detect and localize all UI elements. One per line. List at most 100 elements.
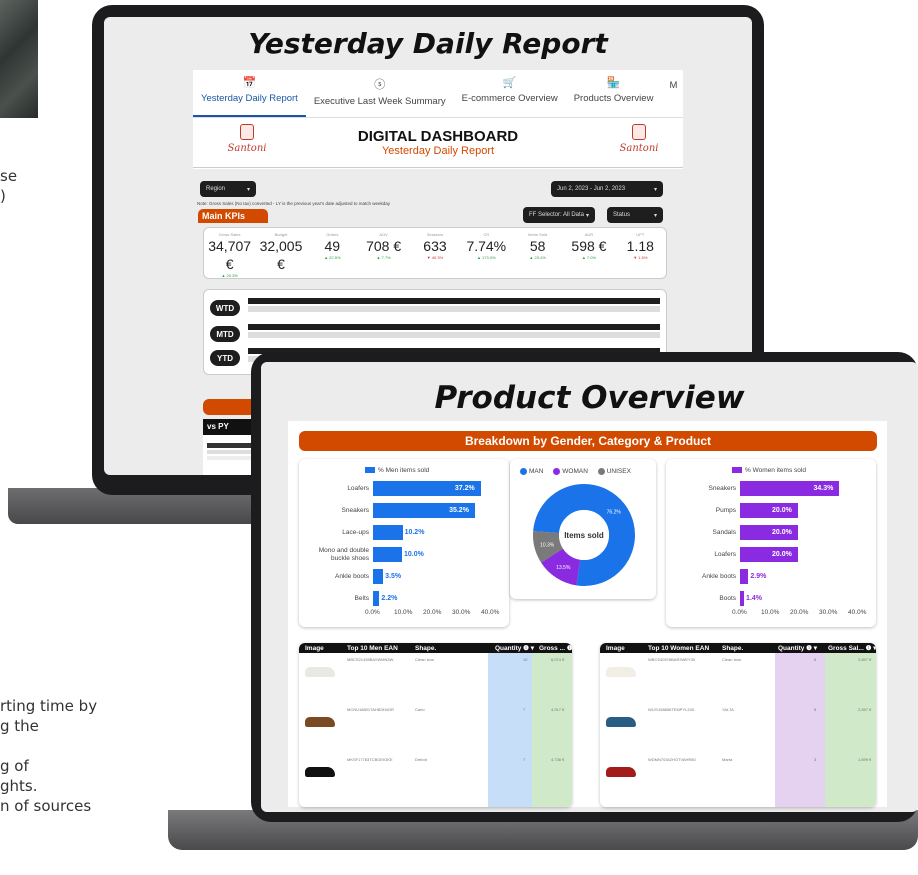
side-text-top: se )	[0, 167, 18, 205]
note-text: Note: Gross Sales (No tax) converted - L…	[197, 201, 391, 206]
dollar-icon: ⓢ	[374, 79, 386, 91]
tab-yesterday-daily-report[interactable]: 📅 Yesterday Daily Report	[193, 70, 306, 117]
quantity-cell: 7	[523, 757, 526, 762]
tab-products-overview[interactable]: 🏪 Products Overview	[566, 70, 662, 117]
ean-cell: WUYU58856TEMPYLZ40	[648, 707, 695, 712]
screen-heading: Product Overview	[434, 380, 745, 416]
donut-percent-label: 10.3%	[540, 542, 555, 548]
table-row[interactable]: WUYU58856TEMPYLZ40 YALTA 5 2,557 €	[600, 705, 876, 742]
ean-cell: MBCS21435BAYWMN3W	[347, 657, 394, 662]
category-label: Loafers	[347, 485, 369, 492]
status-filter[interactable]: Status ▾	[607, 207, 663, 223]
category-label: Sneakers	[341, 507, 369, 514]
category-label: Belts	[354, 595, 369, 602]
bar[interactable]	[740, 569, 749, 584]
table-row[interactable]: MKSF17783TCBGEIGKE Detroit 7 4,736 €	[299, 755, 572, 792]
breakdown-banner: Breakdown by Gender, Category & Product	[299, 431, 877, 451]
women-chart-legend: % Women items sold	[732, 467, 806, 474]
shape-cell: Carlo	[415, 707, 425, 712]
kpi-upt: UPT 1.18 ▼ 1.5%	[626, 232, 654, 260]
bar[interactable]	[373, 569, 384, 584]
kpi-aur: AUR 598 € ▲ 7.0%	[571, 232, 607, 260]
ff-selector-filter[interactable]: FF Selector: All Data ▾	[523, 207, 595, 223]
quantity-cell: 6	[814, 657, 817, 662]
axis-tick-label: 40.0%	[848, 609, 867, 616]
quantity-cell: 10	[523, 657, 528, 662]
table-row[interactable]: WDMN70342HOTVAHR80 Marta 3 1,699 €	[600, 755, 876, 792]
sort-gross-button[interactable]: Gross ... ❶ ▾	[533, 644, 572, 652]
screen-heading: Yesterday Daily Report	[248, 27, 608, 60]
cart-icon: 🛒	[502, 77, 517, 89]
sort-quantity-button[interactable]: Quantity ❶ ▾	[489, 644, 534, 652]
bar-value-label: 20.0%	[772, 529, 792, 536]
category-label: Pumps	[715, 507, 736, 514]
shape-cell: Clean Icon	[415, 657, 435, 662]
quantity-cell: 3	[814, 757, 817, 762]
bar[interactable]	[373, 547, 402, 562]
legend-dot	[520, 468, 527, 475]
ean-cell: WBCS40978BAR3WEY30	[648, 657, 696, 662]
dropdown-caret-icon: ▾	[653, 212, 657, 219]
axis-tick-label: 10.0%	[394, 609, 413, 616]
sort-quantity-button[interactable]: Quantity ❶ ▾	[772, 644, 822, 652]
kpi-gross-sales: Gross Sales 34,707 € ▲ 20.3%	[208, 232, 252, 278]
category-label: Lace-ups	[342, 529, 369, 536]
category-label: Boots	[719, 595, 736, 602]
gender-donut-chart: MAN WOMAN UNISEX 76.2% 13.5% 10.3% Items so…	[510, 459, 656, 599]
legend-swatch	[732, 467, 742, 474]
axis-tick-label: 30.0%	[452, 609, 471, 616]
brand-seal-icon	[632, 124, 646, 140]
product-image	[305, 717, 335, 727]
cropped-photo	[0, 0, 38, 118]
period-badge-ytd: YTD	[210, 350, 240, 366]
legend-swatch	[365, 467, 375, 474]
kpi-aov: AOV 708 € ▲ 7.7%	[366, 232, 402, 260]
gross-cell: 2,557 €	[858, 707, 872, 712]
wtd-table	[248, 298, 660, 312]
date-range-picker[interactable]: Jun 2, 2023 - Jun 2, 2023 ▾	[551, 181, 663, 197]
axis-tick-label: 20.0%	[423, 609, 442, 616]
ean-cell: MKSF17783TCBGEIGKE	[347, 757, 393, 762]
quantity-cell: 5	[814, 707, 817, 712]
shape-cell: Clean Icon	[722, 657, 742, 662]
brand-logo-left: Santoni	[217, 124, 277, 154]
table-row[interactable]: MCNU18801TAHB3H4OR Carlo 7 4,917 €	[299, 705, 572, 742]
tab-more[interactable]: M	[661, 70, 683, 117]
bar[interactable]	[373, 525, 403, 540]
kpi-cr: CR 7.74% ▲ 173.0%	[466, 232, 507, 260]
dropdown-caret-icon: ▾	[246, 186, 250, 193]
axis-tick-label: 0.0%	[732, 609, 747, 616]
table-row[interactable]: MBCS21435BAYWMN3W Clean Icon 10 6,074 €	[299, 655, 572, 692]
period-badge-wtd: WTD	[210, 300, 240, 316]
women-table-header: Image Top 10 Women EAN Shape. Quantity ❶…	[600, 643, 876, 653]
bar[interactable]	[740, 591, 745, 606]
donut-svg: 76.2% 13.5% 10.3% Items sold	[533, 484, 635, 586]
table-row[interactable]: WBCS40978BAR3WEY30 Clean Icon 6 2,897 €	[600, 655, 876, 692]
axis-tick-label: 30.0%	[819, 609, 838, 616]
donut-legend: MAN WOMAN UNISEX	[520, 468, 631, 475]
bar-value-label: 1.4%	[746, 595, 763, 602]
men-chart-legend: % Men items sold	[365, 467, 429, 474]
store-icon: 🏪	[606, 77, 621, 89]
brand-seal-icon	[240, 124, 254, 140]
dropdown-caret-icon: ▾	[585, 212, 589, 219]
gross-cell: 2,897 €	[858, 657, 872, 662]
dashboard-header: Santoni DIGITAL DASHBOARD Yesterday Dail…	[193, 118, 683, 168]
shape-cell: Detroit	[415, 757, 427, 762]
gross-cell: 4,736 €	[551, 757, 565, 762]
kpi-scorecards: Gross Sales 34,707 € ▲ 20.3% Budget 32,005 …	[203, 227, 667, 279]
sort-gross-button[interactable]: Gross Sal... ❶ ▾	[822, 644, 876, 652]
axis-tick-label: 20.0%	[790, 609, 809, 616]
bar-value-label: 3.5%	[385, 573, 402, 580]
tab-ecommerce-overview[interactable]: 🛒 E-commerce Overview	[454, 70, 566, 117]
tab-executive-summary[interactable]: ⓢ Executive Last Week Summary	[306, 70, 454, 117]
bar-value-label: 10.0%	[404, 551, 424, 558]
bar[interactable]	[373, 591, 380, 606]
category-label: Sandals	[712, 529, 737, 536]
calendar-icon: 📅	[242, 77, 257, 89]
gross-cell: 1,699 €	[858, 757, 872, 762]
women-items-chart: % Women items sold Sneakers 34.3% Pumps 20.…	[666, 459, 876, 627]
region-filter[interactable]: Region ▾	[200, 181, 256, 197]
donut-percent-label: 13.5%	[556, 565, 571, 571]
gross-cell: 4,917 €	[551, 707, 565, 712]
